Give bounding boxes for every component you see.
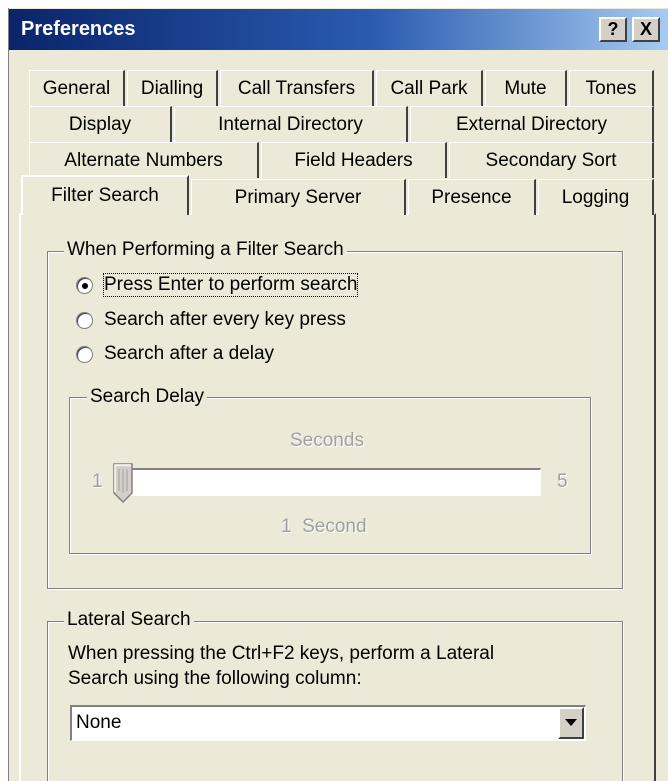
seconds-label: Seconds: [290, 430, 364, 451]
chevron-down-icon: [565, 719, 577, 726]
tab-secondary-sort[interactable]: Secondary Sort: [449, 142, 654, 178]
tab-internal-directory[interactable]: Internal Directory: [174, 106, 408, 142]
radio-selected-dot: [82, 283, 88, 289]
lateral-search-column-value: None: [76, 712, 122, 733]
tab-alternate-numbers[interactable]: Alternate Numbers: [29, 142, 259, 178]
tab-tones[interactable]: Tones: [569, 70, 654, 106]
lateral-search-description-line1: When pressing the Ctrl+F2 keys, perform …: [68, 643, 495, 664]
tab-general[interactable]: General: [29, 70, 125, 106]
tab-dialling[interactable]: Dialling: [127, 70, 218, 106]
radio-every-key-press[interactable]: [76, 312, 93, 329]
window-title: Preferences: [21, 18, 136, 40]
radio-after-delay-label[interactable]: Search after a delay: [104, 343, 274, 365]
tab-display[interactable]: Display: [29, 106, 172, 142]
slider-thumb-icon[interactable]: [113, 463, 133, 503]
radio-after-delay[interactable]: [76, 346, 93, 363]
title-bar[interactable]: Preferences ? X: [9, 9, 668, 50]
tab-external-directory[interactable]: External Directory: [410, 106, 654, 142]
radio-press-enter[interactable]: [76, 277, 93, 294]
slider-value-label: 1 Second: [281, 516, 367, 537]
help-button[interactable]: ?: [599, 17, 627, 42]
tab-call-transfers[interactable]: Call Transfers: [220, 70, 374, 106]
lateral-search-group-label: Lateral Search: [64, 609, 194, 631]
tab-presence[interactable]: Presence: [408, 179, 536, 215]
search-delay-slider[interactable]: [128, 468, 541, 496]
dropdown-button[interactable]: [558, 707, 584, 739]
radio-every-key-press-label[interactable]: Search after every key press: [104, 309, 346, 331]
lateral-search-column-select[interactable]: None: [70, 705, 586, 741]
radio-press-enter-label[interactable]: Press Enter to perform search: [102, 273, 359, 297]
slider-max-label: 5: [557, 471, 568, 492]
lateral-search-description-line2: Search using the following column:: [68, 668, 362, 689]
search-delay-group-label: Search Delay: [87, 386, 208, 408]
tab-logging[interactable]: Logging: [538, 179, 654, 215]
filter-search-group-label: When Performing a Filter Search: [64, 239, 347, 261]
tab-mute[interactable]: Mute: [485, 70, 567, 106]
tab-call-park[interactable]: Call Park: [376, 70, 483, 106]
tab-field-headers[interactable]: Field Headers: [261, 142, 447, 178]
tab-primary-server[interactable]: Primary Server: [191, 179, 406, 215]
close-button[interactable]: X: [632, 17, 660, 42]
slider-min-label: 1: [92, 471, 103, 492]
tab-filter-search[interactable]: Filter Search: [21, 175, 189, 215]
